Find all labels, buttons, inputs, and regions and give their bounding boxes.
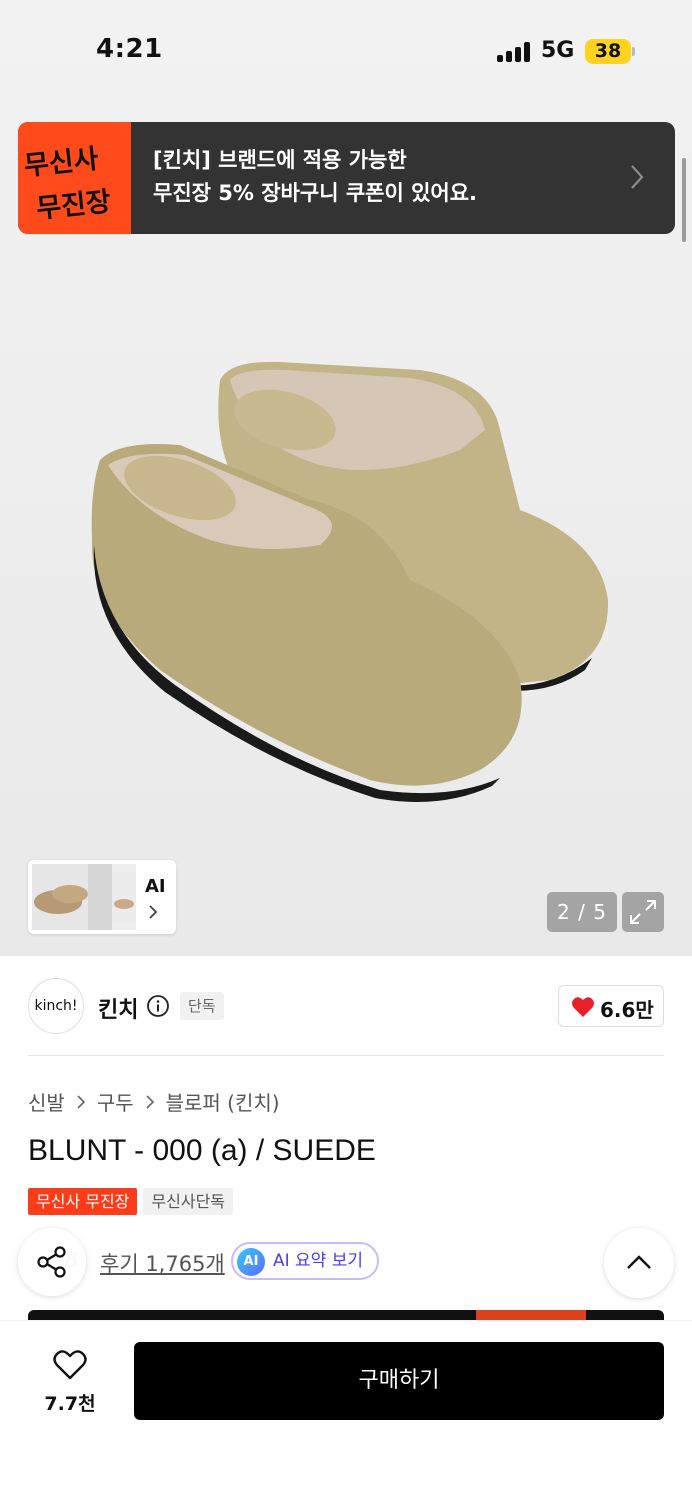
status-bar: 4:21 5G 38: [0, 0, 692, 100]
review-row: .8 후기 1,765개 AI AI 요약 보기: [28, 1240, 668, 1284]
share-button[interactable]: [18, 1228, 86, 1296]
battery-tip: [632, 47, 635, 56]
reviews-link[interactable]: 후기 1,765개: [100, 1248, 225, 1278]
expand-icon: [630, 900, 656, 924]
ai-summary-button[interactable]: AI AI 요약 보기: [231, 1242, 380, 1280]
share-icon: [37, 1246, 66, 1278]
signal-icon: [497, 42, 531, 62]
brand-like-count: 6.6만: [600, 998, 654, 1022]
heart-icon: [572, 997, 594, 1017]
brand-name[interactable]: 킨치: [98, 992, 138, 1024]
chevron-right-icon: [146, 1094, 154, 1109]
thumbnail-image: [32, 864, 136, 930]
product-title: BLUNT - 000 (a) / SUEDE: [28, 1134, 376, 1167]
chevron-up-icon: [627, 1255, 651, 1269]
svg-text:무신사: 무신사: [23, 144, 101, 183]
divider: [28, 1055, 664, 1056]
ai-label: AI: [145, 876, 166, 897]
buy-button[interactable]: 구매하기: [134, 1342, 664, 1420]
coupon-banner[interactable]: 무신사 무진장 [킨치] 브랜드에 적용 가능한 무진장 5% 장바구니 쿠폰이…: [18, 122, 675, 234]
scroll-indicator[interactable]: [682, 158, 686, 242]
image-page-counter: 2 / 5: [547, 892, 617, 932]
fullscreen-button[interactable]: [622, 892, 664, 932]
breadcrumb-item-bloafer[interactable]: 블로퍼 (킨치): [166, 1087, 280, 1116]
wishlist-count: 7.7천: [44, 1393, 96, 1415]
ai-badge-icon: AI: [237, 1248, 265, 1276]
chevron-right-icon: [149, 905, 158, 919]
chevron-right-icon: [77, 1094, 85, 1109]
bottom-action-bar: 7.7천 구매하기: [0, 1320, 692, 1500]
scroll-to-top-button[interactable]: [604, 1228, 674, 1298]
musinsa-mujinjang-logo: 무신사 무진장: [18, 122, 131, 234]
exclusive-badge: 단독: [180, 992, 224, 1020]
battery-icon: 38: [585, 39, 631, 64]
breadcrumb-item-dress-shoes[interactable]: 구두: [97, 1087, 134, 1116]
brand-like-button[interactable]: 6.6만: [558, 985, 664, 1027]
coupon-line-1: [킨치] 브랜드에 적용 가능한: [153, 148, 407, 172]
ai-styling-thumbnail[interactable]: AI: [28, 860, 176, 934]
status-time: 4:21: [96, 34, 163, 64]
tag-mujinjang: 무신사 무진장: [28, 1188, 138, 1215]
tag-exclusive: 무신사단독: [143, 1188, 234, 1215]
svg-text:무진장: 무진장: [35, 186, 113, 225]
brand-logo[interactable]: kinch!: [28, 978, 84, 1034]
product-image-suede-mules: [91, 361, 609, 802]
breadcrumb: 신발 구두 블로퍼 (킨치): [28, 1087, 280, 1116]
brand-row: kinch! 킨치 단독 6.6만: [0, 956, 692, 1056]
ai-summary-label: AI 요약 보기: [273, 1251, 364, 1271]
heart-outline-icon: [53, 1350, 87, 1380]
wishlist-button[interactable]: 7.7천: [30, 1345, 110, 1425]
info-icon[interactable]: [146, 994, 170, 1018]
product-gallery[interactable]: 4:21 5G 38 무신사 무진장 [킨치] 브랜드에 적용 가능한 무진장 …: [0, 0, 692, 956]
breadcrumb-item-shoes[interactable]: 신발: [28, 1087, 65, 1116]
chevron-right-icon: [631, 165, 644, 189]
coupon-line-2: 무진장 5% 장바구니 쿠폰이 있어요.: [153, 181, 478, 205]
coupon-message: [킨치] 브랜드에 적용 가능한 무진장 5% 장바구니 쿠폰이 있어요.: [153, 144, 477, 210]
network-type: 5G: [541, 38, 575, 63]
product-tags: 무신사 무진장 무신사단독: [28, 1188, 234, 1215]
